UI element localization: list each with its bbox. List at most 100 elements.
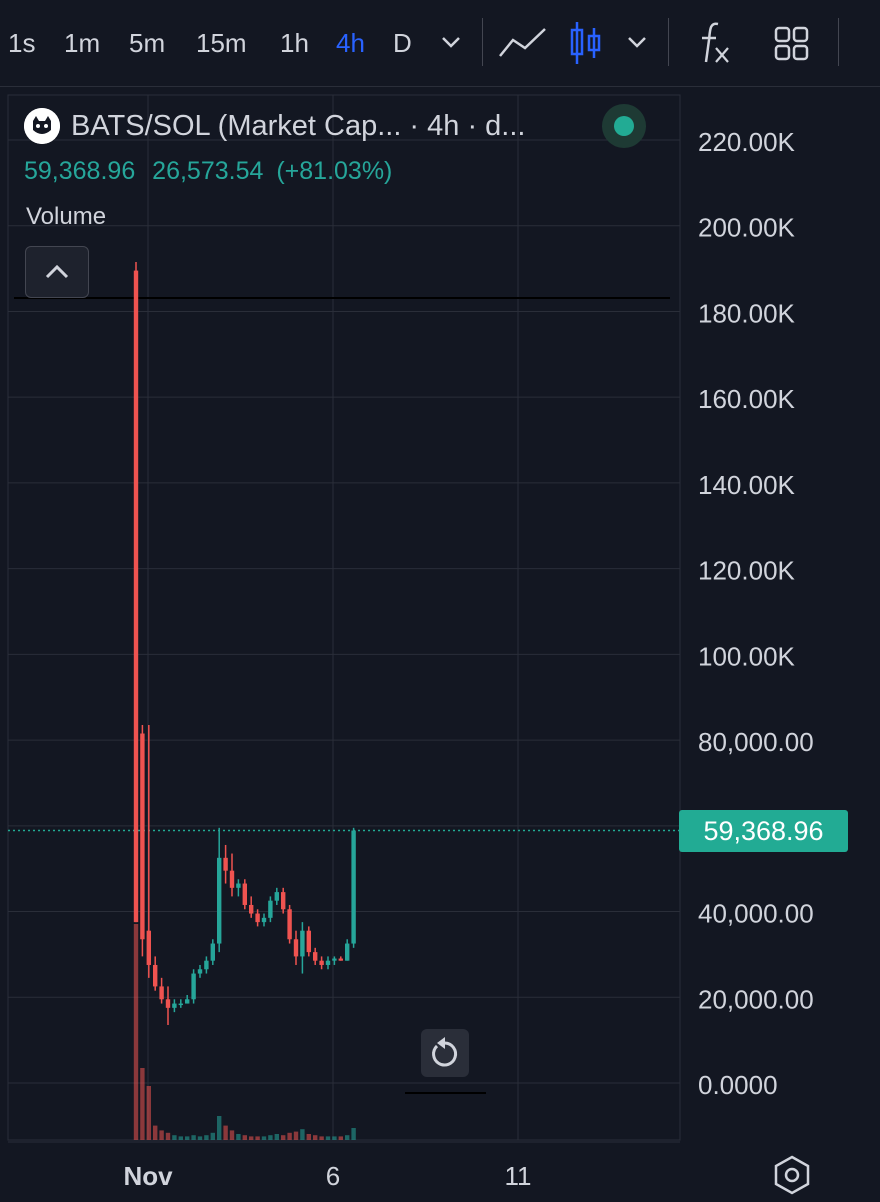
candle-body [255,913,260,923]
candle-body [300,930,305,957]
volume-bar [313,1135,318,1140]
volume-bar [178,1136,183,1140]
y-tick-label: 0.0000 [698,1070,778,1100]
candle-body [217,857,222,944]
candle-body [242,883,247,905]
candle-body [223,857,228,871]
candle-body [293,939,299,957]
candle-body [185,999,190,1004]
volume-bar [153,1125,158,1140]
volume-bar [223,1125,228,1140]
candle-body [325,960,331,965]
candle-body [236,883,241,888]
candle-body [153,964,158,987]
volume-bar [133,924,139,1140]
volume-bar [261,1136,267,1140]
legend-close: 59,368.96 [24,157,136,185]
candle-body [338,958,343,961]
candle-body [178,1003,183,1006]
volume-bar [319,1136,324,1140]
volume-bar [191,1135,196,1140]
y-tick-label: 180.00K [698,298,796,328]
chart-settings-button[interactable] [770,1153,814,1197]
reset-chart-button[interactable] [421,1029,469,1077]
candle-body [146,930,151,965]
candle-body [306,930,311,953]
volume-bar [197,1136,203,1140]
volume-bar [229,1130,235,1140]
candle-body [165,999,171,1008]
candle-body [274,892,279,901]
volume-bar [325,1136,331,1140]
plot-frame [7,94,681,1141]
candle-body [345,943,350,961]
y-tick-label: 100.00K [698,641,796,671]
y-tick-label: 120.00K [698,556,796,586]
y-tick-label: 220.00K [698,127,796,157]
volume-bar [172,1135,177,1140]
token-logo [24,108,60,144]
candle-body [351,830,356,944]
x-tick-label: Nov [123,1161,173,1191]
volume-label: Volume [26,203,107,230]
volume-bar [217,1116,222,1140]
volume-bars [133,924,356,1140]
candle-body [319,960,324,965]
x-tick-label: 6 [326,1161,340,1191]
volume-bar [345,1135,350,1140]
volume-bar [332,1136,337,1140]
volume-bar [185,1136,190,1140]
reset-icon [432,1037,458,1067]
volume-bar [165,1132,171,1140]
last-price-tag: 59,368.96 [679,810,848,852]
chart-grid [7,94,681,1143]
volume-bar [140,1068,145,1140]
y-tick-label: 200.00K [698,213,796,243]
legend-change-pct: (+81.03%) [276,157,393,185]
candle-body [281,892,286,910]
collapse-legend-button[interactable] [25,246,89,298]
volume-bar [287,1132,292,1140]
volume-bar [236,1134,241,1140]
candle-body [249,904,254,914]
candlesticks [133,262,356,1025]
y-tick-label: 20,000.00 [698,984,814,1014]
candle-body [287,909,292,940]
candle-body [197,969,203,974]
volume-bar [268,1135,273,1140]
volume-bar [249,1136,254,1140]
y-tick-label: 80,000.00 [698,727,814,757]
market-status-icon [602,104,646,148]
legend-values: 59,368.96 26,573.54 (+81.03%) [24,157,392,186]
volume-bar [210,1132,215,1140]
y-tick-label: 40,000.00 [698,899,814,929]
y-tick-label: 160.00K [698,384,796,414]
volume-bar [300,1129,305,1140]
candle-body [133,270,139,923]
candle-body [140,733,145,940]
symbol-title[interactable]: BATS/SOL (Market Cap... · 4h · d... [71,110,525,143]
candle-body [159,986,164,1000]
y-axis: 220.00K 200.00K 180.00K 160.00K 140.00K 120.0… [698,127,814,1100]
candle-body [204,960,209,970]
volume-bar [255,1136,260,1140]
volume-bar [281,1135,286,1140]
candle-body [313,952,318,961]
candle-body [268,900,273,918]
volume-bar [159,1130,164,1140]
candle-body [261,917,267,923]
legend-change: 26,573.54 [152,157,264,185]
candle-body [332,958,337,961]
volume-bar [242,1135,247,1140]
x-axis: Nov 6 11 [123,1161,531,1191]
candle-body [210,943,215,961]
volume-bar [293,1131,299,1140]
volume-bar [146,1086,151,1140]
candle-body [172,1003,177,1008]
x-tick-label: 11 [505,1161,532,1191]
volume-bar [351,1128,356,1140]
volume-bar [306,1134,311,1140]
volume-bar [274,1134,279,1140]
y-tick-label: 140.00K [698,470,796,500]
volume-bar [204,1135,209,1140]
